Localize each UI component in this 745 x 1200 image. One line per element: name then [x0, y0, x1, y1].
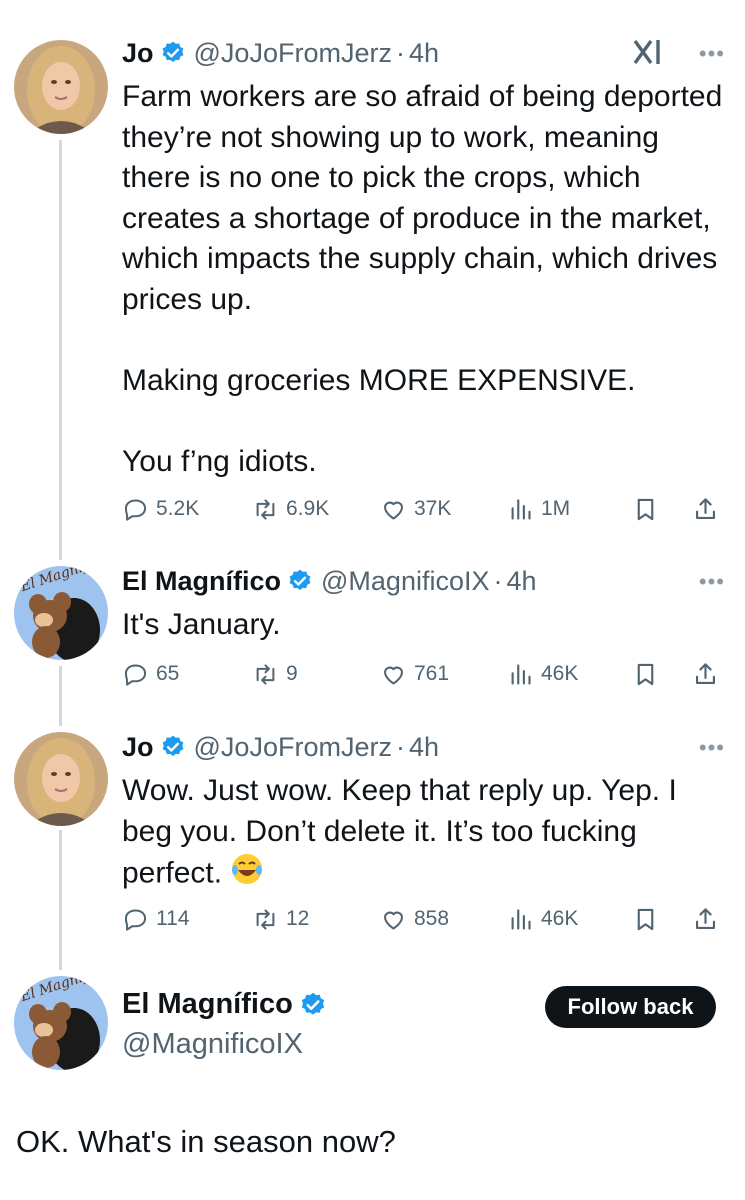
verified-badge-icon: [289, 569, 311, 590]
tweet-text: Farm workers are so afraid of being depo…: [122, 80, 723, 478]
share-button[interactable]: [692, 656, 719, 692]
like-count: 858: [414, 907, 450, 930]
author-name[interactable]: Jo: [122, 38, 154, 69]
share-button[interactable]: [692, 901, 719, 937]
reply-icon: [124, 498, 147, 521]
more-icon[interactable]: •••: [699, 41, 725, 67]
like-count: 761: [414, 662, 450, 685]
retweet-icon: [256, 498, 275, 520]
separator-dot: ·: [395, 37, 405, 68]
tweet-actions: 65 9 761 46K: [122, 656, 727, 692]
tweet-text: Wow. Just wow. Keep that reply up. Yep. …: [122, 771, 727, 898]
retweet-count: 6.9K: [286, 497, 330, 520]
bookmark-icon: [637, 908, 654, 930]
avatar-jo[interactable]: [14, 732, 108, 826]
grok-icon[interactable]: [631, 37, 665, 67]
verified-badge-icon: [162, 735, 183, 756]
thread-line-2: [59, 666, 62, 726]
separator-dot: ·: [395, 731, 405, 762]
tweet-text: It's January.: [122, 608, 281, 641]
reply-icon: [124, 663, 147, 686]
retweet-count: 9: [286, 662, 298, 685]
share-icon: [695, 662, 716, 684]
reply-button[interactable]: 65: [122, 656, 179, 692]
bookmark-button[interactable]: [632, 901, 659, 937]
avatar-magnifico[interactable]: El Magnifico: [14, 566, 108, 660]
author-handle[interactable]: @MagnificoIX: [321, 566, 489, 597]
profile-name-row: El Magnífico: [122, 988, 335, 1021]
avatar-jo[interactable]: [14, 40, 108, 134]
reply-count: 114: [156, 907, 190, 930]
views-icon: [511, 908, 531, 930]
bookmark-icon: [637, 498, 654, 520]
follow-back-button[interactable]: Follow back: [545, 986, 716, 1028]
author-name[interactable]: El Magnífico: [122, 566, 281, 597]
tweet-actions: 114 12 858 46K: [122, 901, 727, 937]
retweet-icon: [256, 663, 275, 685]
profile-handle[interactable]: @MagnificoIX: [122, 1028, 303, 1061]
heart-icon: [384, 666, 403, 685]
heart-icon: [384, 911, 403, 930]
like-count: 37K: [414, 497, 452, 520]
tweet-actions: 5.2K 6.9K 37K 1M: [122, 491, 727, 527]
timestamp[interactable]: 4h: [507, 566, 537, 597]
share-icon: [695, 497, 716, 519]
reply-count: 65: [156, 662, 180, 685]
reply-icon: [124, 908, 147, 931]
reply-text: OK. What's in season now?: [16, 1124, 396, 1159]
share-button[interactable]: [692, 491, 719, 527]
bookmark-button[interactable]: [632, 491, 659, 527]
tweet-text-content: Wow. Just wow. Keep that reply up. Yep. …: [122, 774, 686, 890]
author-name[interactable]: Jo: [122, 732, 154, 763]
views-button[interactable]: 1M: [507, 491, 570, 527]
avatar-magnifico[interactable]: El Magnifico: [14, 976, 108, 1070]
views-icon: [511, 498, 531, 520]
retweet-button[interactable]: 9: [252, 656, 298, 692]
timestamp[interactable]: 4h: [409, 38, 439, 69]
author-handle[interactable]: @JoJoFromJerz: [194, 732, 392, 763]
like-button[interactable]: 761: [380, 656, 449, 692]
tweet-header: Jo @JoJoFromJerz · 4h •••: [122, 727, 725, 767]
heart-icon: [384, 501, 403, 520]
share-icon: [695, 907, 716, 929]
retweet-button[interactable]: 12: [252, 901, 309, 937]
retweet-count: 12: [286, 907, 310, 930]
more-icon[interactable]: •••: [699, 735, 725, 761]
like-button[interactable]: 858: [380, 901, 449, 937]
separator-dot: ·: [493, 565, 503, 596]
retweet-button[interactable]: 6.9K: [252, 491, 329, 527]
profile-name[interactable]: El Magnífico: [122, 988, 293, 1021]
reply-count: 5.2K: [156, 497, 200, 520]
views-count: 46K: [541, 662, 579, 685]
thread-line-3: [59, 830, 62, 970]
tweet-header: Jo @JoJoFromJerz · 4h •••: [122, 33, 725, 73]
tweet-header: El Magnífico @MagnificoIX · 4h •••: [122, 561, 725, 601]
verified-badge-icon: [162, 41, 183, 62]
author-handle[interactable]: @JoJoFromJerz: [194, 38, 392, 69]
more-icon[interactable]: •••: [699, 569, 725, 595]
retweet-icon: [256, 908, 275, 930]
reply-button[interactable]: 114: [122, 901, 189, 937]
bookmark-button[interactable]: [632, 656, 659, 692]
timestamp[interactable]: 4h: [409, 732, 439, 763]
views-button[interactable]: 46K: [507, 656, 578, 692]
views-count: 46K: [541, 907, 579, 930]
bookmark-icon: [637, 663, 654, 685]
laughing-emoji: [230, 852, 264, 898]
thread-line-1: [59, 140, 62, 560]
verified-badge-icon: [301, 992, 324, 1015]
views-icon: [511, 663, 531, 685]
like-button[interactable]: 37K: [380, 491, 451, 527]
views-count: 1M: [541, 497, 571, 520]
views-button[interactable]: 46K: [507, 901, 578, 937]
reply-button[interactable]: 5.2K: [122, 491, 199, 527]
